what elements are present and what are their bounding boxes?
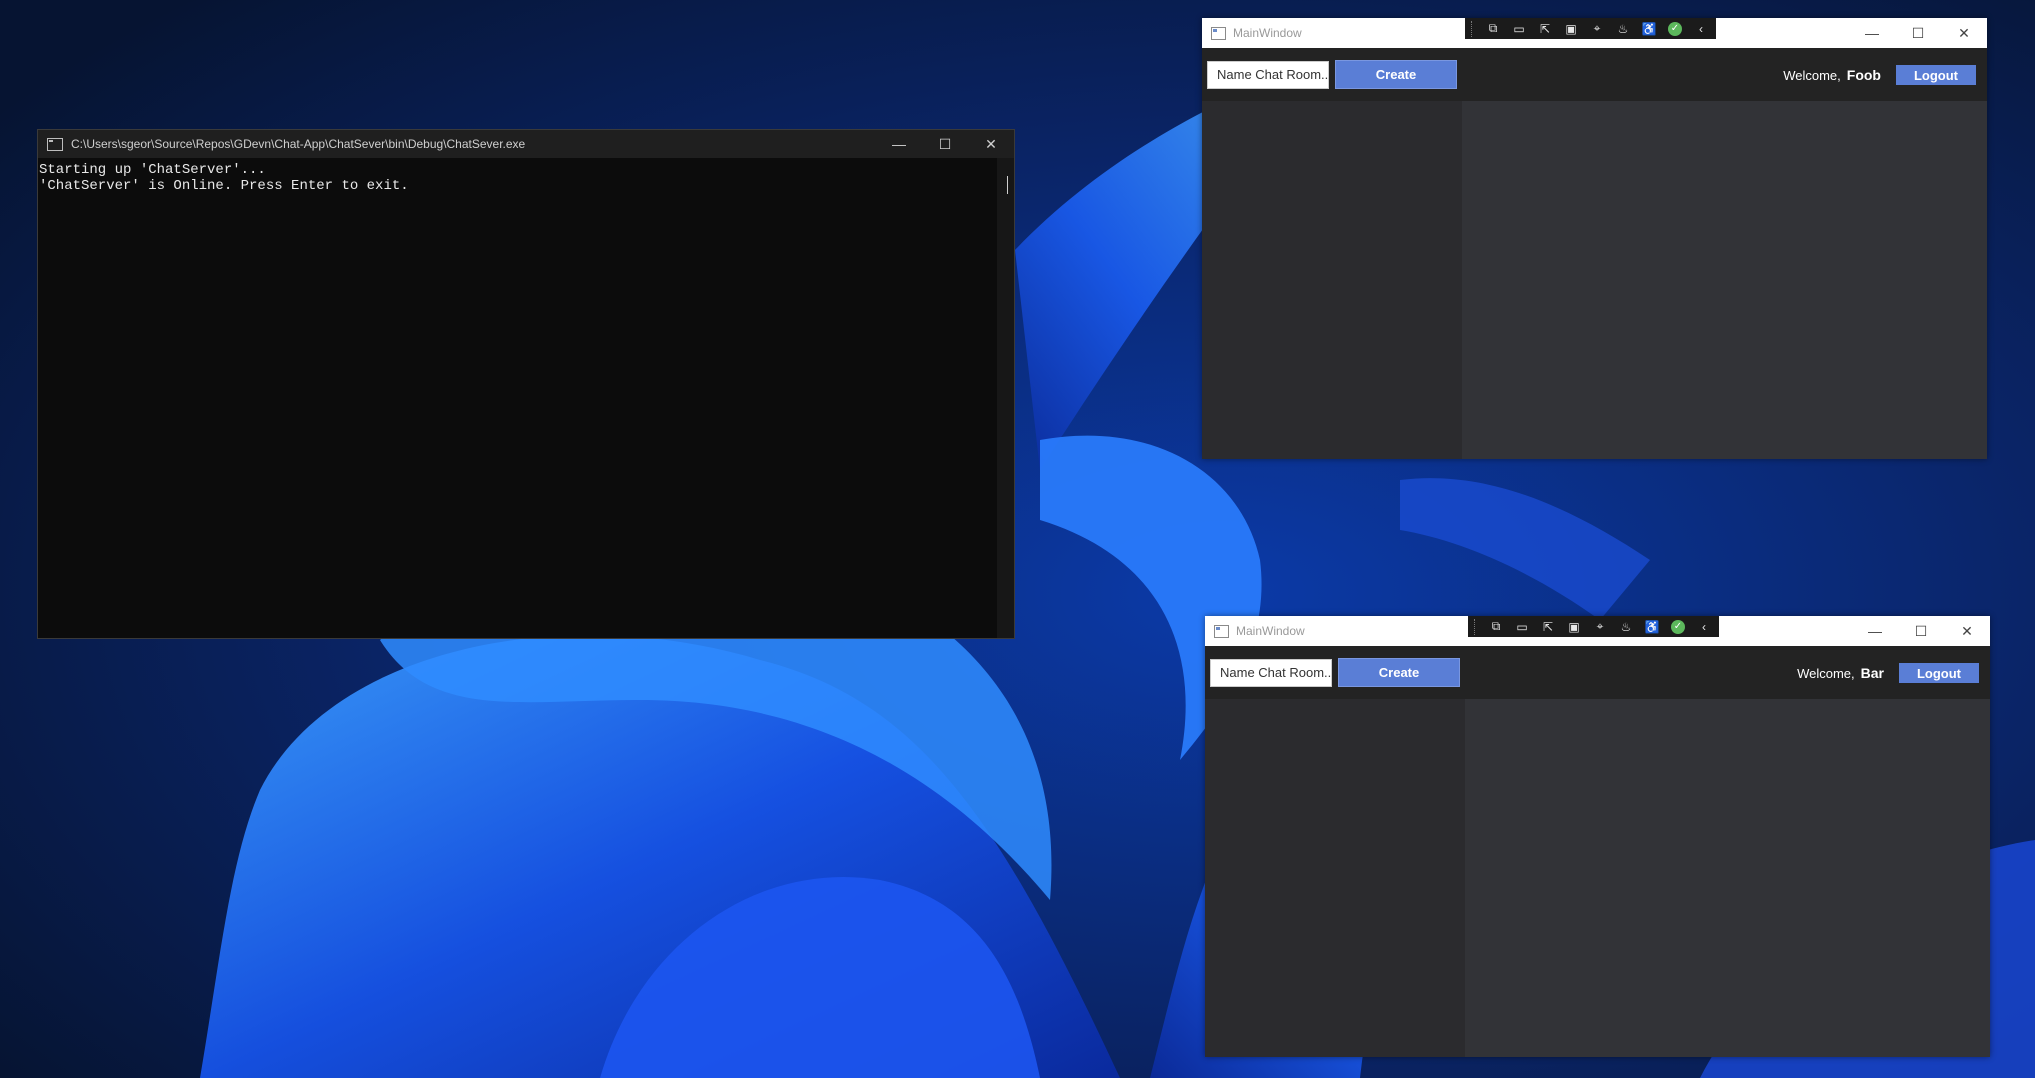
console-line: 'ChatServer' is Online. Press Enter to e… xyxy=(39,178,409,194)
xaml-debug-toolbar: ⧉ ▭ ⇱ ▣ ⌖ ♨ ♿ ✓ ‹ xyxy=(1465,18,1716,39)
console-cursor xyxy=(1007,176,1008,194)
track-focus-icon[interactable]: ⌖ xyxy=(1588,618,1612,636)
record-icon[interactable]: ▭ xyxy=(1510,618,1534,636)
console-window[interactable]: C:\Users\sgeor\Source\Repos\GDevn\Chat-A… xyxy=(37,129,1015,639)
chat-room-list[interactable] xyxy=(1202,101,1462,459)
binding-check-icon[interactable]: ✓ xyxy=(1663,20,1687,38)
username-label: Bar xyxy=(1860,665,1884,681)
console-window-controls: — ☐ ✕ xyxy=(876,130,1014,158)
welcome-group: Welcome, Foob xyxy=(1783,61,1881,89)
chat-header: Name Chat Room... Create Welcome, Bar Lo… xyxy=(1205,646,1990,699)
minimize-icon[interactable]: — xyxy=(876,130,922,158)
chat-titlebar[interactable]: MainWindow — ☐ ✕ ⧉ ▭ ⇱ ▣ ⌖ ♨ ♿ ✓ ‹ xyxy=(1202,18,1987,48)
display-layout-adorners-icon[interactable]: ▣ xyxy=(1562,618,1586,636)
window-app-icon xyxy=(1211,26,1226,40)
chat-header: Name Chat Room... Create Welcome, Foob L… xyxy=(1202,48,1987,101)
room-name-input[interactable]: Name Chat Room... xyxy=(1210,659,1332,687)
toolbar-grip-icon[interactable] xyxy=(1474,618,1479,635)
hot-reload-icon[interactable]: ♨ xyxy=(1611,20,1635,38)
username-label: Foob xyxy=(1846,67,1881,83)
hot-reload-icon[interactable]: ♨ xyxy=(1614,618,1638,636)
collapse-toolbar-icon[interactable]: ‹ xyxy=(1689,20,1713,38)
console-scrollbar[interactable] xyxy=(997,158,1014,638)
logout-button[interactable]: Logout xyxy=(1899,663,1979,683)
console-app-icon xyxy=(47,137,63,151)
select-element-icon[interactable]: ⇱ xyxy=(1536,618,1560,636)
accessibility-icon[interactable]: ♿ xyxy=(1640,618,1664,636)
welcome-group: Welcome, Bar xyxy=(1797,659,1884,687)
toolbar-grip-icon[interactable] xyxy=(1471,20,1476,37)
console-output[interactable]: Starting up 'ChatServer'... 'ChatServer'… xyxy=(38,158,1014,638)
close-icon[interactable]: ✕ xyxy=(1941,18,1987,48)
chat-room-list[interactable] xyxy=(1205,699,1465,1057)
chat-window-bar[interactable]: MainWindow — ☐ ✕ ⧉ ▭ ⇱ ▣ ⌖ ♨ ♿ ✓ ‹ Name … xyxy=(1205,616,1990,1057)
minimize-icon[interactable]: — xyxy=(1849,18,1895,48)
console-title: C:\Users\sgeor\Source\Repos\GDevn\Chat-A… xyxy=(71,137,526,151)
console-line: Starting up 'ChatServer'... xyxy=(39,162,266,178)
console-titlebar[interactable]: C:\Users\sgeor\Source\Repos\GDevn\Chat-A… xyxy=(38,130,1014,158)
maximize-icon[interactable]: ☐ xyxy=(1895,18,1941,48)
welcome-label: Welcome, xyxy=(1797,665,1855,681)
welcome-label: Welcome, xyxy=(1783,67,1841,83)
xaml-debug-toolbar: ⧉ ▭ ⇱ ▣ ⌖ ♨ ♿ ✓ ‹ xyxy=(1468,616,1719,637)
maximize-icon[interactable]: ☐ xyxy=(1898,616,1944,646)
close-icon[interactable]: ✕ xyxy=(968,130,1014,158)
create-room-button[interactable]: Create xyxy=(1335,60,1457,89)
chat-titlebar[interactable]: MainWindow — ☐ ✕ ⧉ ▭ ⇱ ▣ ⌖ ♨ ♿ ✓ ‹ xyxy=(1205,616,1990,646)
minimize-icon[interactable]: — xyxy=(1852,616,1898,646)
create-room-button[interactable]: Create xyxy=(1338,658,1460,687)
chat-window-foob[interactable]: MainWindow — ☐ ✕ ⧉ ▭ ⇱ ▣ ⌖ ♨ ♿ ✓ ‹ Name … xyxy=(1202,18,1987,459)
accessibility-icon[interactable]: ♿ xyxy=(1637,20,1661,38)
chat-message-area[interactable] xyxy=(1462,101,1987,459)
logout-button[interactable]: Logout xyxy=(1896,65,1976,85)
maximize-icon[interactable]: ☐ xyxy=(922,130,968,158)
record-icon[interactable]: ▭ xyxy=(1507,20,1531,38)
select-element-icon[interactable]: ⇱ xyxy=(1533,20,1557,38)
live-visual-tree-icon[interactable]: ⧉ xyxy=(1481,20,1505,38)
chat-window-controls: — ☐ ✕ xyxy=(1849,18,1987,48)
collapse-toolbar-icon[interactable]: ‹ xyxy=(1692,618,1716,636)
track-focus-icon[interactable]: ⌖ xyxy=(1585,20,1609,38)
binding-check-icon[interactable]: ✓ xyxy=(1666,618,1690,636)
display-layout-adorners-icon[interactable]: ▣ xyxy=(1559,20,1583,38)
chat-message-area[interactable] xyxy=(1465,699,1990,1057)
chat-window-controls: — ☐ ✕ xyxy=(1852,616,1990,646)
close-icon[interactable]: ✕ xyxy=(1944,616,1990,646)
room-name-input[interactable]: Name Chat Room... xyxy=(1207,61,1329,89)
live-visual-tree-icon[interactable]: ⧉ xyxy=(1484,618,1508,636)
window-app-icon xyxy=(1214,624,1229,638)
